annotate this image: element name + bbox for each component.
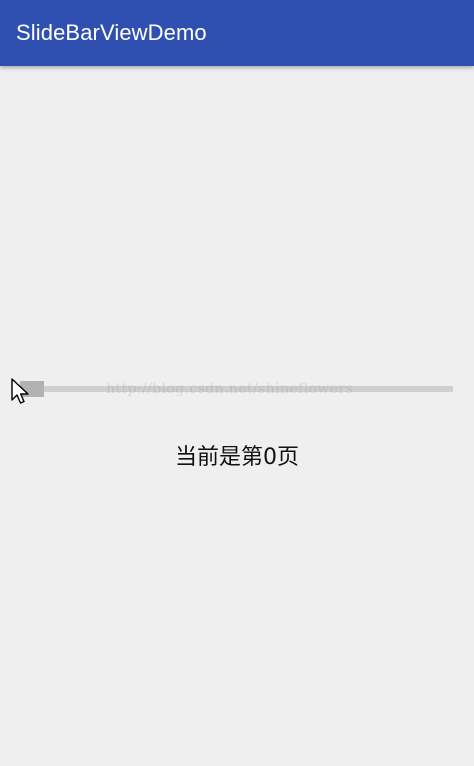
current-page-label: 当前是第0页	[175, 445, 299, 470]
slide-bar-thumb[interactable]	[20, 381, 44, 397]
app-bar: SlideBarViewDemo	[0, 0, 474, 66]
slide-bar-track[interactable]	[20, 386, 453, 392]
app-title: SlideBarViewDemo	[16, 20, 207, 45]
main-content: http://blog.csdn.net/shineflowers 当前是第0页	[0, 66, 474, 766]
